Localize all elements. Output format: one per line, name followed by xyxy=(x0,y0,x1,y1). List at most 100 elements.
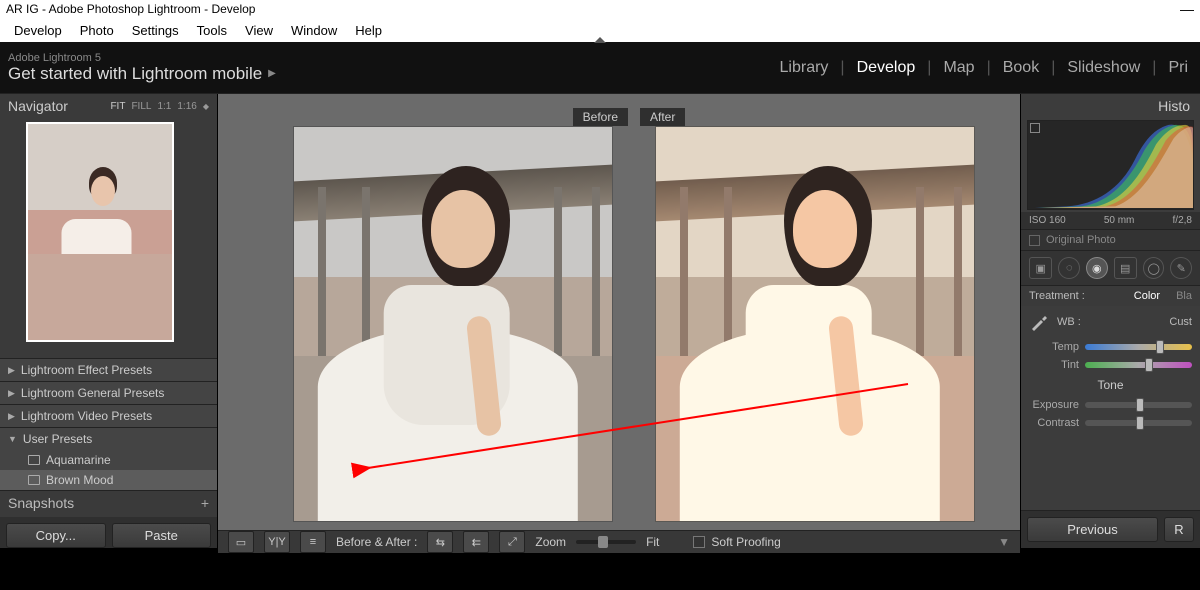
zoom-1to1[interactable]: 1:1 xyxy=(157,101,171,112)
exposure-slider[interactable]: Exposure xyxy=(1021,396,1200,414)
separator: | xyxy=(840,59,844,77)
brush-tool[interactable]: ✎ xyxy=(1170,257,1192,279)
preset-group-user[interactable]: ▼ User Presets xyxy=(0,427,217,450)
preset-group-general[interactable]: ▶ Lightroom General Presets xyxy=(0,381,217,404)
original-photo-label: Original Photo xyxy=(1046,234,1116,246)
preset-group-video[interactable]: ▶ Lightroom Video Presets xyxy=(0,404,217,427)
preset-item-label: Aquamarine xyxy=(46,453,111,467)
preset-group-effect[interactable]: ▶ Lightroom Effect Presets xyxy=(0,358,217,381)
menu-tools[interactable]: Tools xyxy=(197,23,227,38)
preset-item-label: Brown Mood xyxy=(46,473,113,487)
tint-label: Tint xyxy=(1029,359,1079,371)
white-balance-row: WB : Cust xyxy=(1021,306,1200,338)
redeye-tool[interactable]: ◉ xyxy=(1086,257,1108,279)
navigator-header[interactable]: Navigator FIT FILL 1:1 1:16 ◆ xyxy=(0,94,217,118)
add-snapshot-icon[interactable]: + xyxy=(201,495,209,511)
preset-icon xyxy=(28,475,40,485)
right-panel: Histo ISO 160 50 mm f/2,8 Original Photo… xyxy=(1020,94,1200,548)
histogram[interactable] xyxy=(1027,120,1194,210)
navigator-zoom-picker: FIT FILL 1:1 1:16 ◆ xyxy=(110,101,209,112)
checkbox-icon[interactable] xyxy=(1029,235,1040,246)
radial-tool[interactable]: ◯ xyxy=(1143,257,1165,279)
window-titlebar: AR IG - Adobe Photoshop Lightroom - Deve… xyxy=(0,0,1200,18)
tone-header: Tone xyxy=(1021,374,1200,396)
compare-stack-button[interactable]: ≡ xyxy=(300,531,326,553)
soft-proofing-toggle[interactable]: Soft Proofing xyxy=(693,535,780,549)
zoom-fill[interactable]: FILL xyxy=(131,101,151,112)
wb-value[interactable]: Cust xyxy=(1169,316,1192,328)
navigator-thumbnail[interactable] xyxy=(26,122,174,342)
crop-tool[interactable]: ▣ xyxy=(1029,257,1052,279)
fit-label: Fit xyxy=(646,535,659,549)
module-map[interactable]: Map xyxy=(943,59,974,77)
treatment-label: Treatment : xyxy=(1029,290,1085,302)
original-photo-toggle[interactable]: Original Photo xyxy=(1021,229,1200,251)
copy-left-button[interactable]: ⇇ xyxy=(463,531,489,553)
before-photo[interactable] xyxy=(293,126,613,522)
treatment-color[interactable]: Color xyxy=(1134,290,1160,302)
preset-item-brown-mood[interactable]: Brown Mood xyxy=(0,470,217,490)
swap-button[interactable]: ⇆ xyxy=(427,531,453,553)
navigator-preview[interactable] xyxy=(0,118,217,346)
zoom-ratio[interactable]: 1:16 xyxy=(177,101,196,112)
loupe-view-button[interactable]: ▭ xyxy=(228,531,254,553)
toolbar-menu-icon[interactable]: ▼ xyxy=(998,535,1010,549)
menu-develop[interactable]: Develop xyxy=(14,23,62,38)
after-photo[interactable] xyxy=(655,126,975,522)
before-after-label: Before & After : xyxy=(336,535,417,549)
spot-tool[interactable]: ◌ xyxy=(1058,257,1080,279)
preset-item-aquamarine[interactable]: Aquamarine xyxy=(0,450,217,470)
tint-slider[interactable]: Tint xyxy=(1021,356,1200,374)
right-button-row: Previous R xyxy=(1021,510,1200,548)
zoom-label: Zoom xyxy=(535,535,566,549)
menu-help[interactable]: Help xyxy=(355,23,382,38)
develop-tool-strip: ▣ ◌ ◉ ▤ ◯ ✎ xyxy=(1021,251,1200,285)
mobile-link-label: Get started with Lightroom mobile xyxy=(8,64,262,84)
before-pane: Before xyxy=(278,108,628,522)
panel-expand-icon[interactable] xyxy=(594,37,606,43)
chevron-icon[interactable]: ◆ xyxy=(203,102,209,111)
menu-window[interactable]: Window xyxy=(291,23,337,38)
zoom-fit[interactable]: FIT xyxy=(110,101,125,112)
menu-settings[interactable]: Settings xyxy=(132,23,179,38)
soft-proof-label: Soft Proofing xyxy=(711,535,780,549)
module-book[interactable]: Book xyxy=(1003,59,1039,77)
meta-focal: 50 mm xyxy=(1104,215,1135,226)
eyedropper-icon[interactable] xyxy=(1029,312,1049,332)
preset-group-label: Lightroom General Presets xyxy=(21,386,164,400)
preset-group-label: Lightroom Effect Presets xyxy=(21,363,152,377)
gradient-tool[interactable]: ▤ xyxy=(1114,257,1137,279)
center-panel: Before After xyxy=(218,94,1020,548)
checkbox-icon[interactable] xyxy=(693,536,705,548)
previous-button[interactable]: Previous xyxy=(1027,517,1158,542)
treatment-bw[interactable]: Bla xyxy=(1176,290,1192,302)
menu-photo[interactable]: Photo xyxy=(80,23,114,38)
minimize-icon[interactable]: — xyxy=(1180,1,1194,17)
snapshots-title: Snapshots xyxy=(8,495,74,511)
paste-button[interactable]: Paste xyxy=(112,523,212,548)
compare-yy-button[interactable]: Y|Y xyxy=(264,531,290,553)
module-print[interactable]: Pri xyxy=(1168,59,1188,77)
histogram-title[interactable]: Histo xyxy=(1021,94,1200,118)
contrast-slider[interactable]: Contrast xyxy=(1021,414,1200,432)
copy-button[interactable]: Copy... xyxy=(6,523,106,548)
preset-group-label: Lightroom Video Presets xyxy=(21,409,152,423)
module-slideshow[interactable]: Slideshow xyxy=(1067,59,1140,77)
reset-button[interactable]: R xyxy=(1164,517,1194,542)
temp-slider[interactable]: Temp xyxy=(1021,338,1200,356)
after-pane: After xyxy=(640,108,990,522)
module-develop[interactable]: Develop xyxy=(857,59,916,77)
zoom-slider[interactable] xyxy=(576,540,636,544)
meta-aperture: f/2,8 xyxy=(1173,215,1192,226)
compare-area: Before After xyxy=(218,94,1020,530)
menu-view[interactable]: View xyxy=(245,23,273,38)
left-button-row: Copy... Paste xyxy=(0,517,217,548)
module-library[interactable]: Library xyxy=(780,59,829,77)
module-picker: Library | Develop | Map | Book | Slidesh… xyxy=(780,59,1188,77)
window-controls: — xyxy=(1180,1,1194,17)
wb-label: WB : xyxy=(1057,316,1081,328)
mobile-link[interactable]: Get started with Lightroom mobile ▶ xyxy=(8,64,276,84)
copy-settings-button[interactable]: ⤢ xyxy=(499,531,525,553)
snapshots-header[interactable]: Snapshots + xyxy=(0,490,217,515)
after-label: After xyxy=(640,108,685,126)
